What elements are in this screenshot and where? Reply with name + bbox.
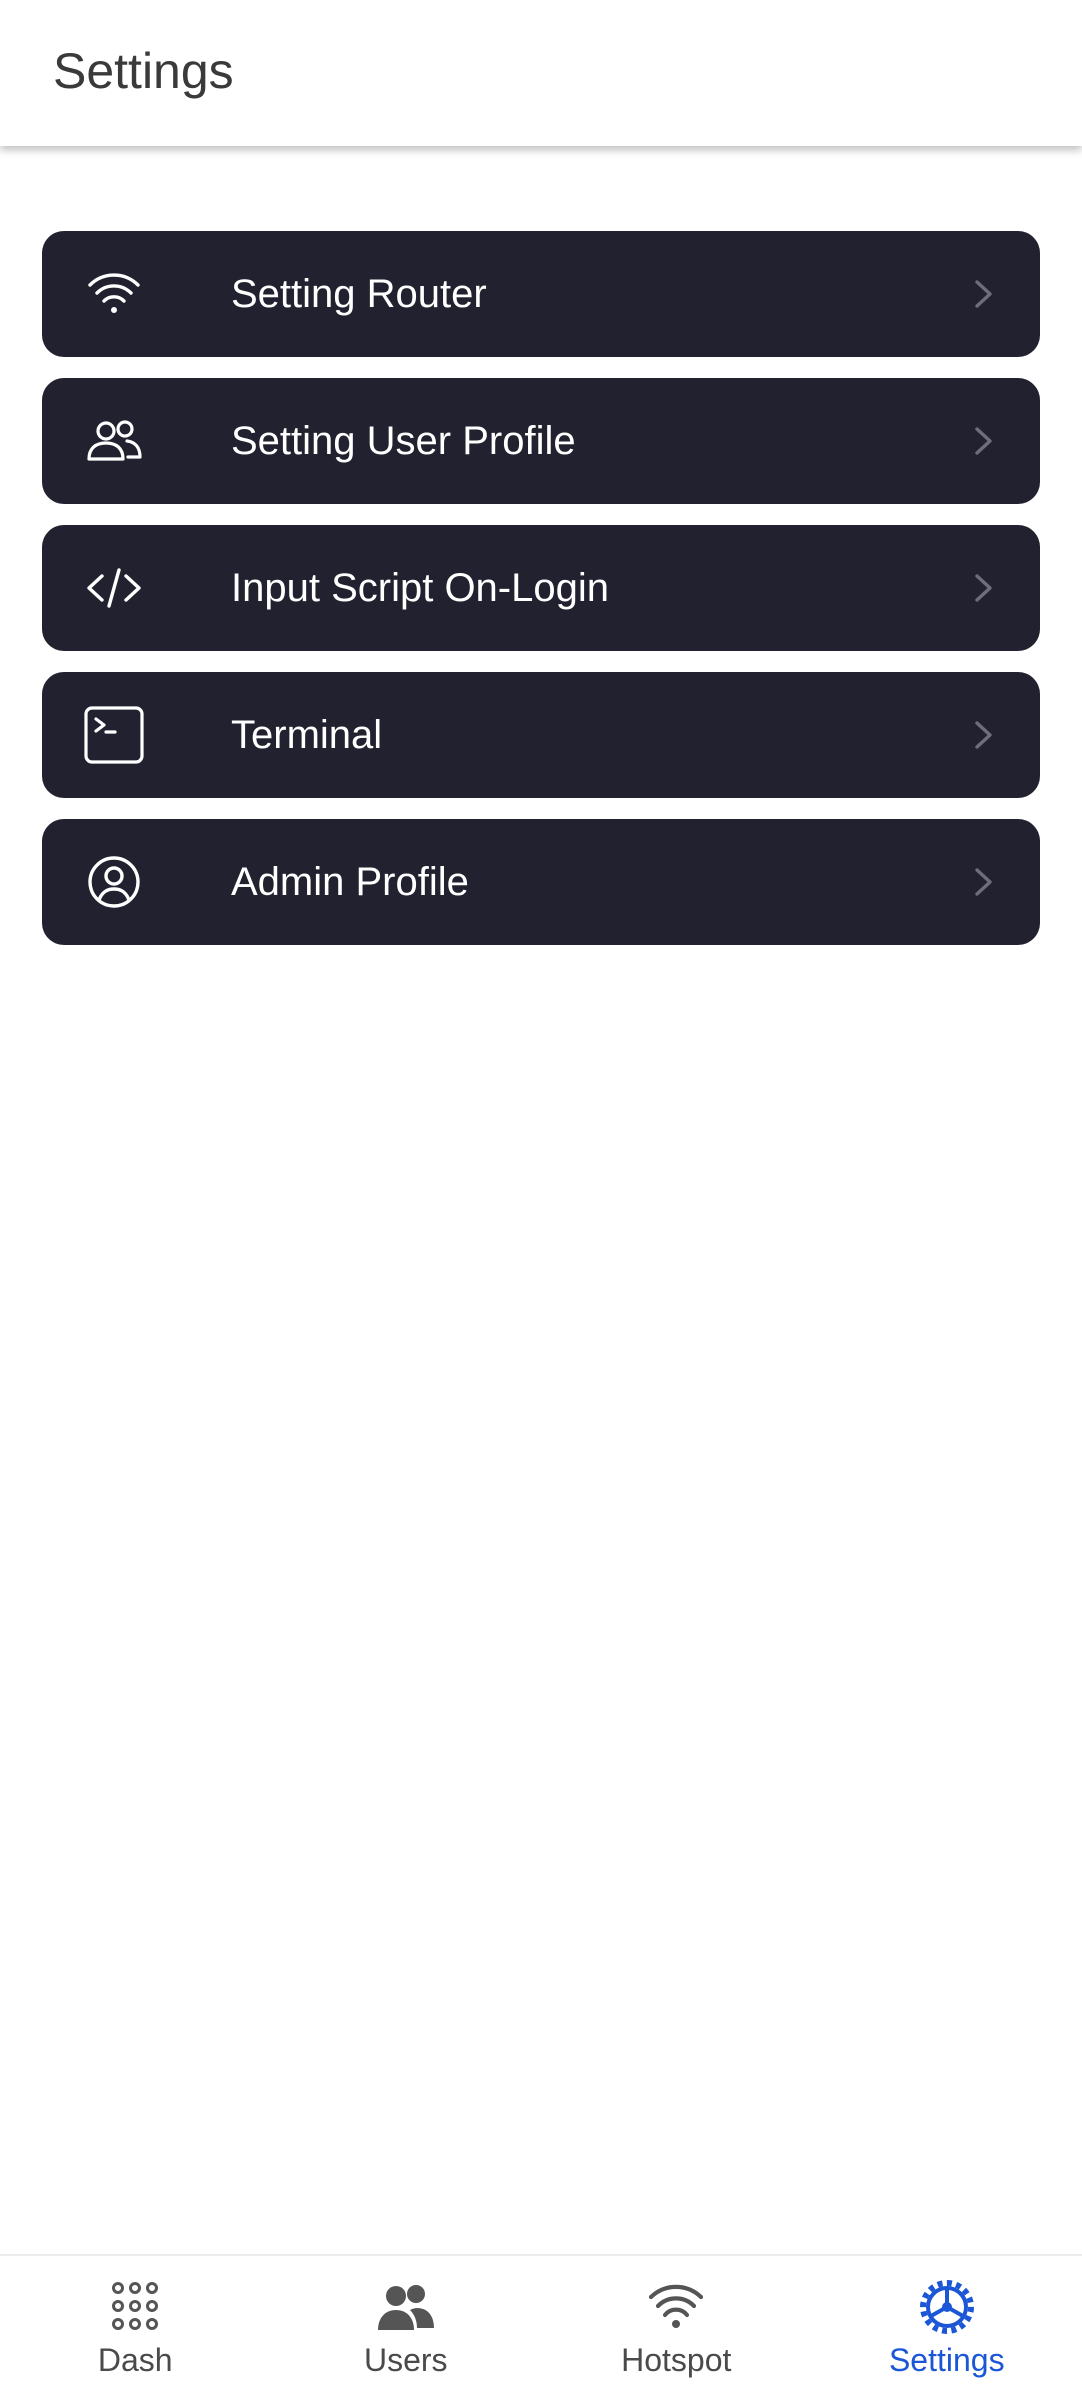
menu-item-label: Setting Router (231, 272, 487, 316)
chevron-right-icon (962, 715, 1002, 755)
menu-item-label: Admin Profile (231, 860, 469, 904)
chevron-right-icon (962, 274, 1002, 314)
app-bar: Settings (0, 0, 1082, 146)
chevron-right-icon (962, 568, 1002, 608)
page-title: Settings (53, 43, 234, 99)
settings-menu: Setting Router Setting User Profile Inpu… (42, 231, 1040, 966)
menu-item-terminal[interactable]: Terminal (42, 672, 1040, 798)
code-icon (84, 558, 144, 618)
wifi-icon (646, 2278, 706, 2336)
wifi-icon (84, 264, 144, 324)
terminal-icon (84, 705, 144, 765)
nav-label: Dash (97, 2342, 173, 2378)
people-icon (376, 2278, 436, 2336)
users-icon (84, 411, 144, 471)
menu-item-admin-profile[interactable]: Admin Profile (42, 819, 1040, 945)
nav-label: Hotspot (621, 2342, 732, 2378)
nav-item-dash[interactable]: Dash (0, 2256, 271, 2402)
menu-item-label: Terminal (231, 713, 383, 757)
chevron-right-icon (962, 421, 1002, 461)
nav-item-users[interactable]: Users (271, 2256, 542, 2402)
menu-item-label: Setting User Profile (231, 419, 576, 463)
menu-item-setting-router[interactable]: Setting Router (42, 231, 1040, 357)
bottom-navigation: Dash Users Hotspot Settings (0, 2254, 1082, 2402)
menu-item-setting-user-profile[interactable]: Setting User Profile (42, 378, 1040, 504)
grid-dots-icon (105, 2278, 165, 2336)
settings-screen: Settings Setting Router Setting User Pro… (0, 0, 1082, 2402)
nav-item-settings[interactable]: Settings (812, 2256, 1082, 2402)
menu-item-label: Input Script On-Login (231, 566, 609, 610)
user-circle-icon (84, 852, 144, 912)
nav-label: Users (363, 2342, 448, 2378)
chevron-right-icon (962, 862, 1002, 902)
nav-label: Settings (888, 2342, 1005, 2378)
gear-icon (917, 2278, 977, 2336)
menu-item-input-script-on-login[interactable]: Input Script On-Login (42, 525, 1040, 651)
nav-item-hotspot[interactable]: Hotspot (541, 2256, 812, 2402)
